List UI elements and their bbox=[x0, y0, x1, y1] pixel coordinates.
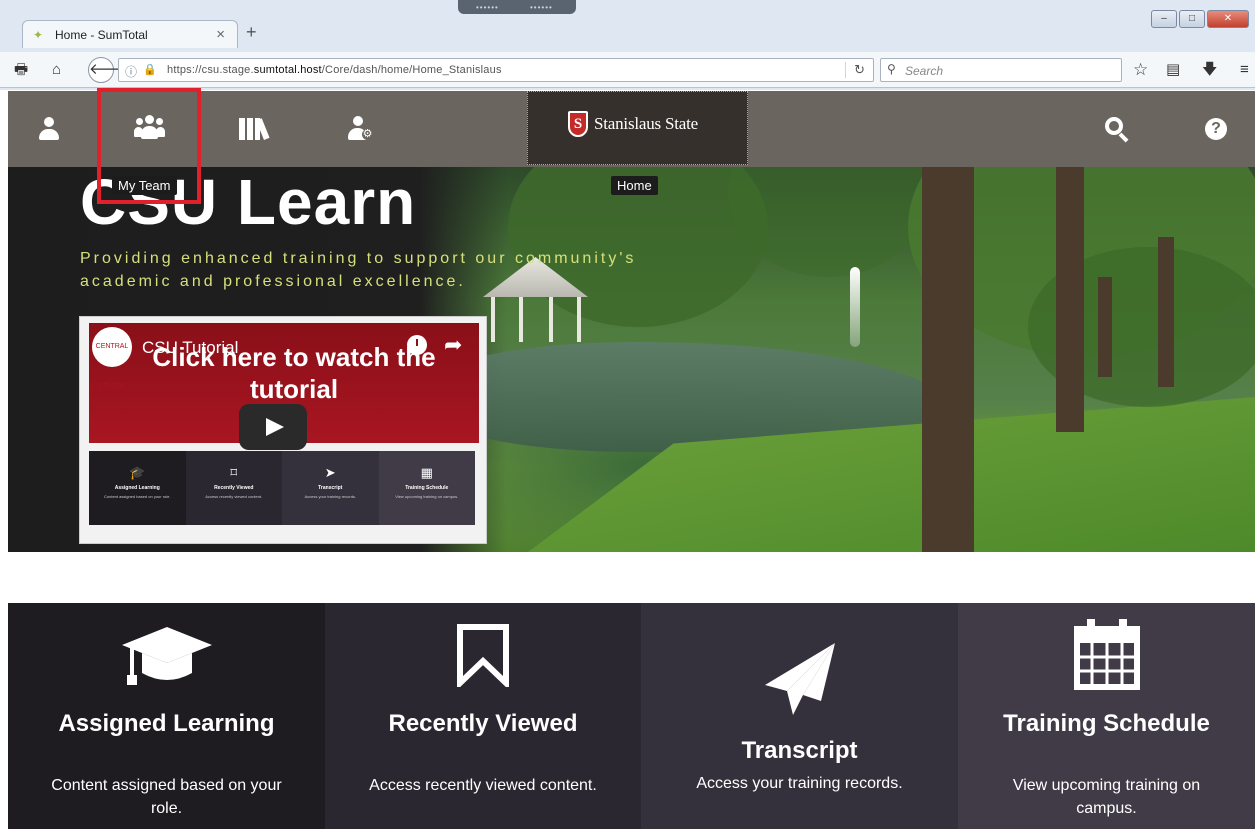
tab-close-button[interactable]: × bbox=[216, 26, 225, 43]
tile-title: Assigned Learning bbox=[58, 710, 275, 737]
browser-search-box[interactable]: ⚲ Search bbox=[880, 58, 1122, 82]
help-icon[interactable]: ? bbox=[1205, 118, 1227, 140]
tile-assigned-learning[interactable]: Assigned Learning Content assigned based… bbox=[8, 603, 325, 829]
tile-title: Training Schedule bbox=[1003, 710, 1210, 737]
feature-tiles: Assigned Learning Content assigned based… bbox=[8, 603, 1255, 829]
new-tab-button[interactable]: + bbox=[246, 22, 257, 43]
video-channel-title[interactable]: CSU Tutorial bbox=[142, 338, 238, 358]
minimize-button[interactable]: – bbox=[1151, 10, 1177, 28]
logo-text: Stanislaus State bbox=[594, 114, 698, 133]
watch-later-icon[interactable] bbox=[407, 335, 427, 355]
play-button[interactable] bbox=[239, 404, 307, 450]
hero-banner: CSU Learn Providing enhanced training to… bbox=[8, 167, 1255, 552]
tree-trunk bbox=[1056, 167, 1084, 432]
mini-tile-desc: Access your training records. bbox=[304, 494, 357, 499]
mini-tile: ▦ Training Schedule View upcoming traini… bbox=[378, 451, 475, 525]
mini-tile-title: Training Schedule bbox=[405, 485, 449, 491]
my-team-tooltip: My Team bbox=[112, 176, 177, 195]
browser-tab[interactable]: ✦ Home - SumTotal × bbox=[22, 20, 238, 48]
reading-list-icon[interactable]: ▤ bbox=[1166, 61, 1180, 79]
graduation-cap-icon: 🎓 bbox=[129, 465, 146, 480]
video-preview-tiles: 🎓 Assigned Learning Content assigned bas… bbox=[89, 451, 475, 525]
mini-tile: ➤ Transcript Access your training record… bbox=[282, 451, 379, 525]
sumtotal-favicon-icon: ✦ bbox=[33, 28, 44, 42]
home-tooltip: Home bbox=[611, 176, 658, 195]
mini-tile-title: Assigned Learning bbox=[114, 485, 160, 491]
mini-tile-title: Recently Viewed bbox=[214, 485, 254, 491]
hero-subtitle: Providing enhanced training to support o… bbox=[80, 250, 637, 290]
paper-plane-icon bbox=[641, 641, 958, 717]
search-placeholder: Search bbox=[905, 64, 944, 78]
site-search-icon[interactable] bbox=[1105, 117, 1129, 143]
mini-tile-title: Transcript bbox=[318, 485, 343, 491]
info-icon[interactable]: ⓘ bbox=[125, 63, 137, 80]
tile-description: Access your training records. bbox=[696, 775, 903, 792]
tile-recently-viewed[interactable]: Recently Viewed Access recently viewed c… bbox=[325, 603, 641, 829]
library-icon[interactable] bbox=[239, 118, 273, 140]
tile-description: Access recently viewed content. bbox=[369, 777, 597, 794]
search-icon: ⚲ bbox=[887, 62, 896, 76]
mini-tile-desc: Access recently viewed content. bbox=[205, 494, 263, 499]
maximize-button[interactable]: □ bbox=[1179, 10, 1205, 28]
mini-tile-desc: Content assigned based on your role. bbox=[104, 494, 171, 499]
tile-title: Recently Viewed bbox=[388, 710, 578, 737]
tile-training-schedule[interactable]: Training Schedule View upcoming training… bbox=[958, 603, 1255, 829]
home-icon[interactable]: ⌂ bbox=[52, 61, 61, 79]
bookmark-icon bbox=[325, 623, 641, 687]
tile-title: Transcript bbox=[741, 737, 858, 764]
share-icon[interactable]: ➦ bbox=[444, 332, 462, 358]
user-settings-icon[interactable]: ⚙ bbox=[348, 116, 374, 142]
mini-tile: ⌑ Recently Viewed Access recently viewed… bbox=[185, 451, 282, 525]
back-button[interactable]: 🡐 bbox=[88, 57, 129, 83]
channel-avatar: CENTRAL STUDIO bbox=[92, 327, 132, 390]
tree-trunk bbox=[1158, 237, 1174, 387]
print-icon[interactable]: 🖶 bbox=[14, 61, 28, 79]
download-icon[interactable]: 🡇 bbox=[1202, 61, 1217, 79]
mini-tile: 🎓 Assigned Learning Content assigned bas… bbox=[89, 451, 186, 525]
my-team-button[interactable] bbox=[98, 91, 198, 167]
bookmark-star-icon[interactable]: ☆ bbox=[1133, 61, 1148, 79]
reload-icon[interactable]: ↻ bbox=[845, 62, 865, 78]
bookmark-icon: ⌑ bbox=[230, 465, 238, 480]
fountain-image bbox=[850, 267, 860, 347]
calendar-icon bbox=[958, 617, 1255, 691]
url-bar[interactable]: ⓘ 🔒 https://csu.stage.sumtotal.host/Core… bbox=[118, 58, 874, 82]
lock-icon: 🔒 bbox=[143, 64, 157, 76]
browser-chrome: •••••• •••••• ✦ Home - SumTotal × + – □ ✕… bbox=[0, 0, 1255, 90]
graduation-cap-icon bbox=[8, 623, 325, 689]
close-window-button[interactable]: ✕ bbox=[1207, 10, 1249, 28]
tile-description: View upcoming training on campus. bbox=[1012, 777, 1201, 817]
window-controls: – □ ✕ bbox=[1151, 10, 1249, 28]
home-logo-link[interactable]: S Stanislaus State bbox=[527, 91, 748, 165]
tab-title: Home - SumTotal bbox=[55, 28, 148, 42]
browser-navbar: 🖶 ⌂ 🡐 ⓘ 🔒 https://csu.stage.sumtotal.hos… bbox=[0, 52, 1255, 88]
team-icon bbox=[134, 115, 165, 141]
site-header: ⚙ S Stanislaus State ? bbox=[8, 91, 1255, 167]
calendar-icon: ▦ bbox=[420, 465, 433, 480]
menu-icon[interactable]: ≡ bbox=[1240, 61, 1249, 79]
drag-handle[interactable]: •••••• •••••• bbox=[458, 0, 576, 14]
mini-tile-desc: View upcoming training on campus. bbox=[395, 494, 459, 499]
tile-transcript[interactable]: Transcript Access your training records. bbox=[641, 603, 958, 829]
url-text[interactable]: https://csu.stage.sumtotal.host/Core/das… bbox=[167, 64, 502, 76]
tree-trunk bbox=[1098, 277, 1112, 377]
paper-plane-icon: ➤ bbox=[324, 465, 336, 480]
stanislaus-shield-icon: S bbox=[568, 111, 588, 137]
tutorial-video[interactable]: CENTRAL STUDIO Click here to watch the t… bbox=[79, 316, 487, 544]
tree-trunk bbox=[922, 167, 974, 552]
profile-icon[interactable] bbox=[38, 117, 60, 141]
tile-description: Content assigned based on your role. bbox=[51, 777, 282, 817]
